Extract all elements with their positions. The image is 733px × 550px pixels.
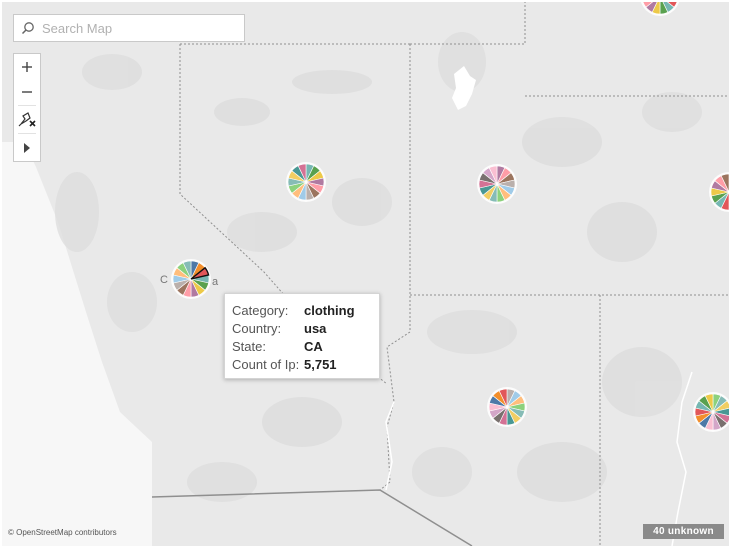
search-box[interactable] bbox=[13, 14, 245, 42]
pie-marker-nv[interactable] bbox=[286, 162, 326, 202]
tooltip-label: Country: bbox=[232, 321, 282, 336]
search-input[interactable] bbox=[42, 16, 232, 40]
tooltip-row-count: Count of Ip: 5,751 bbox=[232, 356, 379, 374]
search-icon bbox=[14, 15, 42, 41]
tooltip: Category: clothing Country: usa State: CA C… bbox=[224, 293, 380, 379]
toolbar-divider bbox=[18, 105, 36, 106]
map-attribution[interactable]: © OpenStreetMap contributors bbox=[8, 528, 117, 537]
tooltip-label: Count of Ip: bbox=[232, 357, 300, 372]
map-toolbar bbox=[13, 53, 41, 162]
pie-marker-nm[interactable] bbox=[693, 392, 729, 432]
tooltip-value: 5,751 bbox=[304, 357, 337, 372]
tooltip-value: CA bbox=[304, 339, 323, 354]
toolbar-divider bbox=[18, 133, 36, 134]
triangle-right-icon bbox=[24, 143, 30, 153]
pie-marker-ut[interactable] bbox=[477, 164, 517, 204]
expand-toolbar-button[interactable] bbox=[14, 136, 40, 160]
tooltip-row-country: Country: usa bbox=[232, 320, 379, 338]
plus-icon bbox=[22, 62, 32, 72]
pin-reset-icon bbox=[18, 112, 36, 127]
map-canvas[interactable]: C a Search Map Category: clothing Countr… bbox=[2, 2, 729, 546]
minus-icon bbox=[22, 91, 32, 93]
pie-marker-co[interactable] bbox=[709, 172, 729, 212]
tooltip-row-category: Category: clothing bbox=[232, 302, 379, 320]
pie-marker-id[interactable] bbox=[640, 2, 680, 16]
pie-markers bbox=[171, 2, 729, 432]
pie-marker-ca[interactable] bbox=[171, 259, 211, 299]
pie-marker-az[interactable] bbox=[487, 387, 527, 427]
tooltip-label: State: bbox=[232, 339, 266, 354]
zoom-in-button[interactable] bbox=[14, 55, 40, 79]
tooltip-row-state: State: CA bbox=[232, 338, 379, 356]
zoom-out-button[interactable] bbox=[14, 80, 40, 104]
state-label-fragment-right: a bbox=[212, 276, 219, 288]
tooltip-value: usa bbox=[304, 321, 327, 336]
reset-pin-button[interactable] bbox=[14, 107, 40, 131]
tooltip-label: Category: bbox=[232, 303, 289, 318]
unknown-locations-badge[interactable]: 40 unknown bbox=[643, 524, 724, 539]
state-label-fragment-left: C bbox=[160, 274, 168, 286]
tooltip-value: clothing bbox=[304, 303, 355, 318]
